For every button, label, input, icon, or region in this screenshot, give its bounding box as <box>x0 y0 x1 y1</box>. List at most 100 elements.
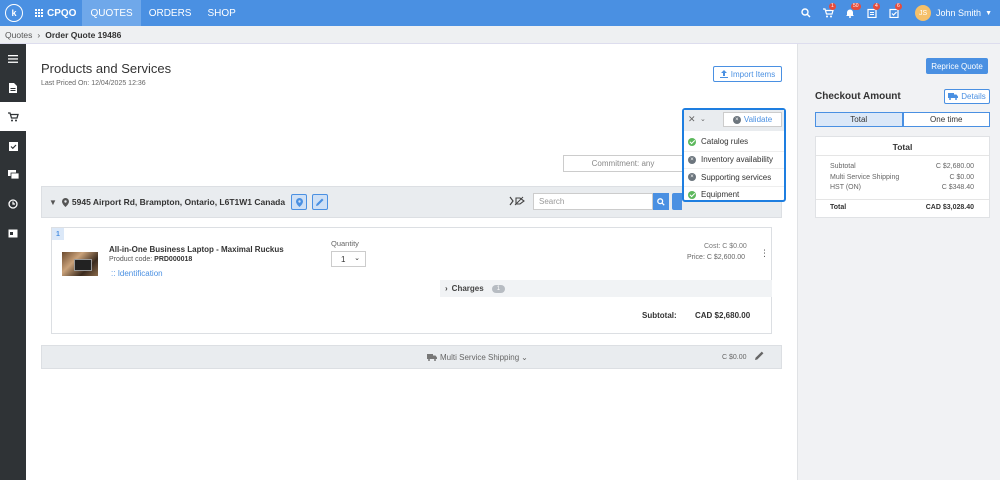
filter-button[interactable] <box>509 196 525 208</box>
nav-shop[interactable]: SHOP <box>199 0 243 26</box>
tasks-button[interactable]: 4 <box>861 0 883 26</box>
breadcrumb: Quotes › Order Quote 19486 <box>0 26 1000 44</box>
top-navbar: k CPQO QUOTES ORDERS SHOP 1 50 4 6 JS Jo… <box>0 0 1000 26</box>
quantity-value: 1 <box>341 254 346 264</box>
commitment-select[interactable]: Commitment: any <box>563 155 683 172</box>
search-icon <box>801 8 811 18</box>
nav-quotes[interactable]: QUOTES <box>82 0 141 26</box>
validation-list: Catalog rules × Inventory availability ×… <box>684 131 784 203</box>
validate-button[interactable]: × Validate <box>723 112 782 127</box>
validate-label: Validate <box>743 115 773 124</box>
quantity-select[interactable]: 1 ⌄ <box>331 251 366 267</box>
apps-grid-icon <box>35 9 43 17</box>
charges-count: 1 <box>491 284 506 293</box>
checkout-tabs: Total One time <box>815 112 990 127</box>
add-product-button[interactable] <box>672 193 682 210</box>
shipping-toggle[interactable]: Multi Service Shipping ⌄ <box>427 353 528 362</box>
sidebar-item-history[interactable] <box>0 189 26 218</box>
sidebar-item-messages[interactable] <box>0 160 26 189</box>
reprice-quote-button[interactable]: Reprice Quote <box>926 58 988 74</box>
user-name[interactable]: John Smith <box>936 8 981 18</box>
line-item-card: 1 All-in-One Business Laptop - Maximal R… <box>51 227 772 334</box>
validation-item-supporting-services[interactable]: × Supporting services <box>684 168 784 186</box>
charges-toggle[interactable]: › Charges 1 <box>440 280 772 297</box>
summary-row: Multi Service Shipping C $0.00 <box>816 173 989 184</box>
notifications-button[interactable]: 50 <box>839 0 861 26</box>
location-pin-icon <box>61 197 69 207</box>
details-button[interactable]: Details <box>944 89 990 104</box>
total-value: CAD $3,028.40 <box>925 203 974 211</box>
sidebar-item-calendar[interactable] <box>0 218 26 247</box>
sidebar-item-cart[interactable] <box>0 102 26 131</box>
validation-dropdown: ✕ ⌄ × Validate Catalog rules × Inventory… <box>682 108 786 202</box>
subtotal-value: CAD $2,680.00 <box>695 311 751 320</box>
summary-row: HST (ON) C $348.40 <box>816 183 989 194</box>
product-thumbnail <box>62 252 98 276</box>
sidebar-menu-toggle[interactable] <box>0 44 26 73</box>
summary-row-value: C $2,680.00 <box>935 163 974 170</box>
breadcrumb-current: Order Quote 19486 <box>45 29 122 40</box>
nav-orders[interactable]: ORDERS <box>141 0 200 26</box>
validation-item-label: Inventory availability <box>701 155 774 165</box>
validation-item-inventory[interactable]: × Inventory availability <box>684 150 784 169</box>
sidebar-item-checklist[interactable] <box>0 131 26 160</box>
check-circle-icon <box>688 137 696 146</box>
tag-filter-icon <box>509 196 525 206</box>
clipboard-check-icon <box>8 141 18 151</box>
chevron-right-icon: › <box>445 284 448 293</box>
search-button[interactable] <box>795 0 817 26</box>
product-name[interactable]: All-in-One Business Laptop - Maximal Ruc… <box>109 245 284 254</box>
chevron-right-icon: › <box>37 29 41 40</box>
validation-item-equipment[interactable]: Equipment <box>684 185 784 204</box>
close-circle-icon: × <box>688 155 696 164</box>
close-circle-icon: × <box>688 173 696 182</box>
checkout-title: Checkout Amount <box>815 91 901 102</box>
edit-shipping-button[interactable] <box>755 351 764 362</box>
import-items-button[interactable]: Import Items <box>713 66 782 82</box>
quantity-label: Quantity <box>331 239 359 248</box>
summary-row-label: Multi Service Shipping <box>830 173 900 181</box>
cart-button[interactable]: 1 <box>817 0 839 26</box>
clock-icon <box>8 198 18 209</box>
truck-icon <box>427 354 437 361</box>
edit-address-button[interactable] <box>312 194 329 210</box>
app-launcher[interactable]: CPQO <box>35 8 76 19</box>
tab-one-time[interactable]: One time <box>902 112 990 127</box>
upload-icon <box>719 70 728 78</box>
locate-address-button[interactable] <box>291 194 308 210</box>
product-code-label: Product code: <box>109 256 153 263</box>
location-pin-icon <box>295 197 303 207</box>
details-label: Details <box>961 92 986 101</box>
chevron-down-icon[interactable]: ⌄ <box>700 115 706 123</box>
app-logo[interactable]: k <box>5 4 23 22</box>
product-search-input[interactable]: Search <box>533 193 653 210</box>
validation-item-catalog-rules[interactable]: Catalog rules <box>684 133 784 151</box>
subtotal-label: Subtotal: <box>642 311 677 320</box>
clear-icon[interactable]: ✕ <box>688 114 696 125</box>
breadcrumb-quotes[interactable]: Quotes <box>5 30 32 40</box>
expand-icon: ⁚⁚ <box>111 271 116 278</box>
search-icon <box>657 197 665 206</box>
identification-link[interactable]: ⁚⁚ Identification <box>111 269 163 278</box>
item-cost: Cost: C $0.00 <box>704 243 747 250</box>
left-sidebar <box>0 44 26 480</box>
more-actions-icon[interactable]: ⋮ <box>760 248 769 259</box>
summary-row-label: HST (ON) <box>830 184 861 191</box>
user-avatar[interactable]: JS <box>915 5 932 21</box>
brand-name: CPQO <box>47 7 77 19</box>
item-price: Price: C $2,600.00 <box>687 254 745 261</box>
tasks-badge: 4 <box>873 3 880 10</box>
bell-badge: 50 <box>851 3 861 10</box>
chevron-down-icon[interactable]: ▼ <box>985 10 992 17</box>
page-title: Products and Services <box>41 61 172 76</box>
sidebar-item-documents[interactable] <box>0 73 26 102</box>
total-label: Total <box>830 203 847 211</box>
tab-total[interactable]: Total <box>815 112 903 127</box>
approvals-button[interactable]: 6 <box>883 0 905 26</box>
product-search-button[interactable] <box>653 193 669 210</box>
import-items-label: Import Items <box>730 69 776 79</box>
chevron-down-icon[interactable]: ▼ <box>49 198 57 207</box>
chevron-down-icon: ⌄ <box>521 353 528 362</box>
last-priced-label: Last Priced On: <box>41 80 90 87</box>
last-priced: Last Priced On: 12/04/2025 12:36 <box>41 80 146 87</box>
